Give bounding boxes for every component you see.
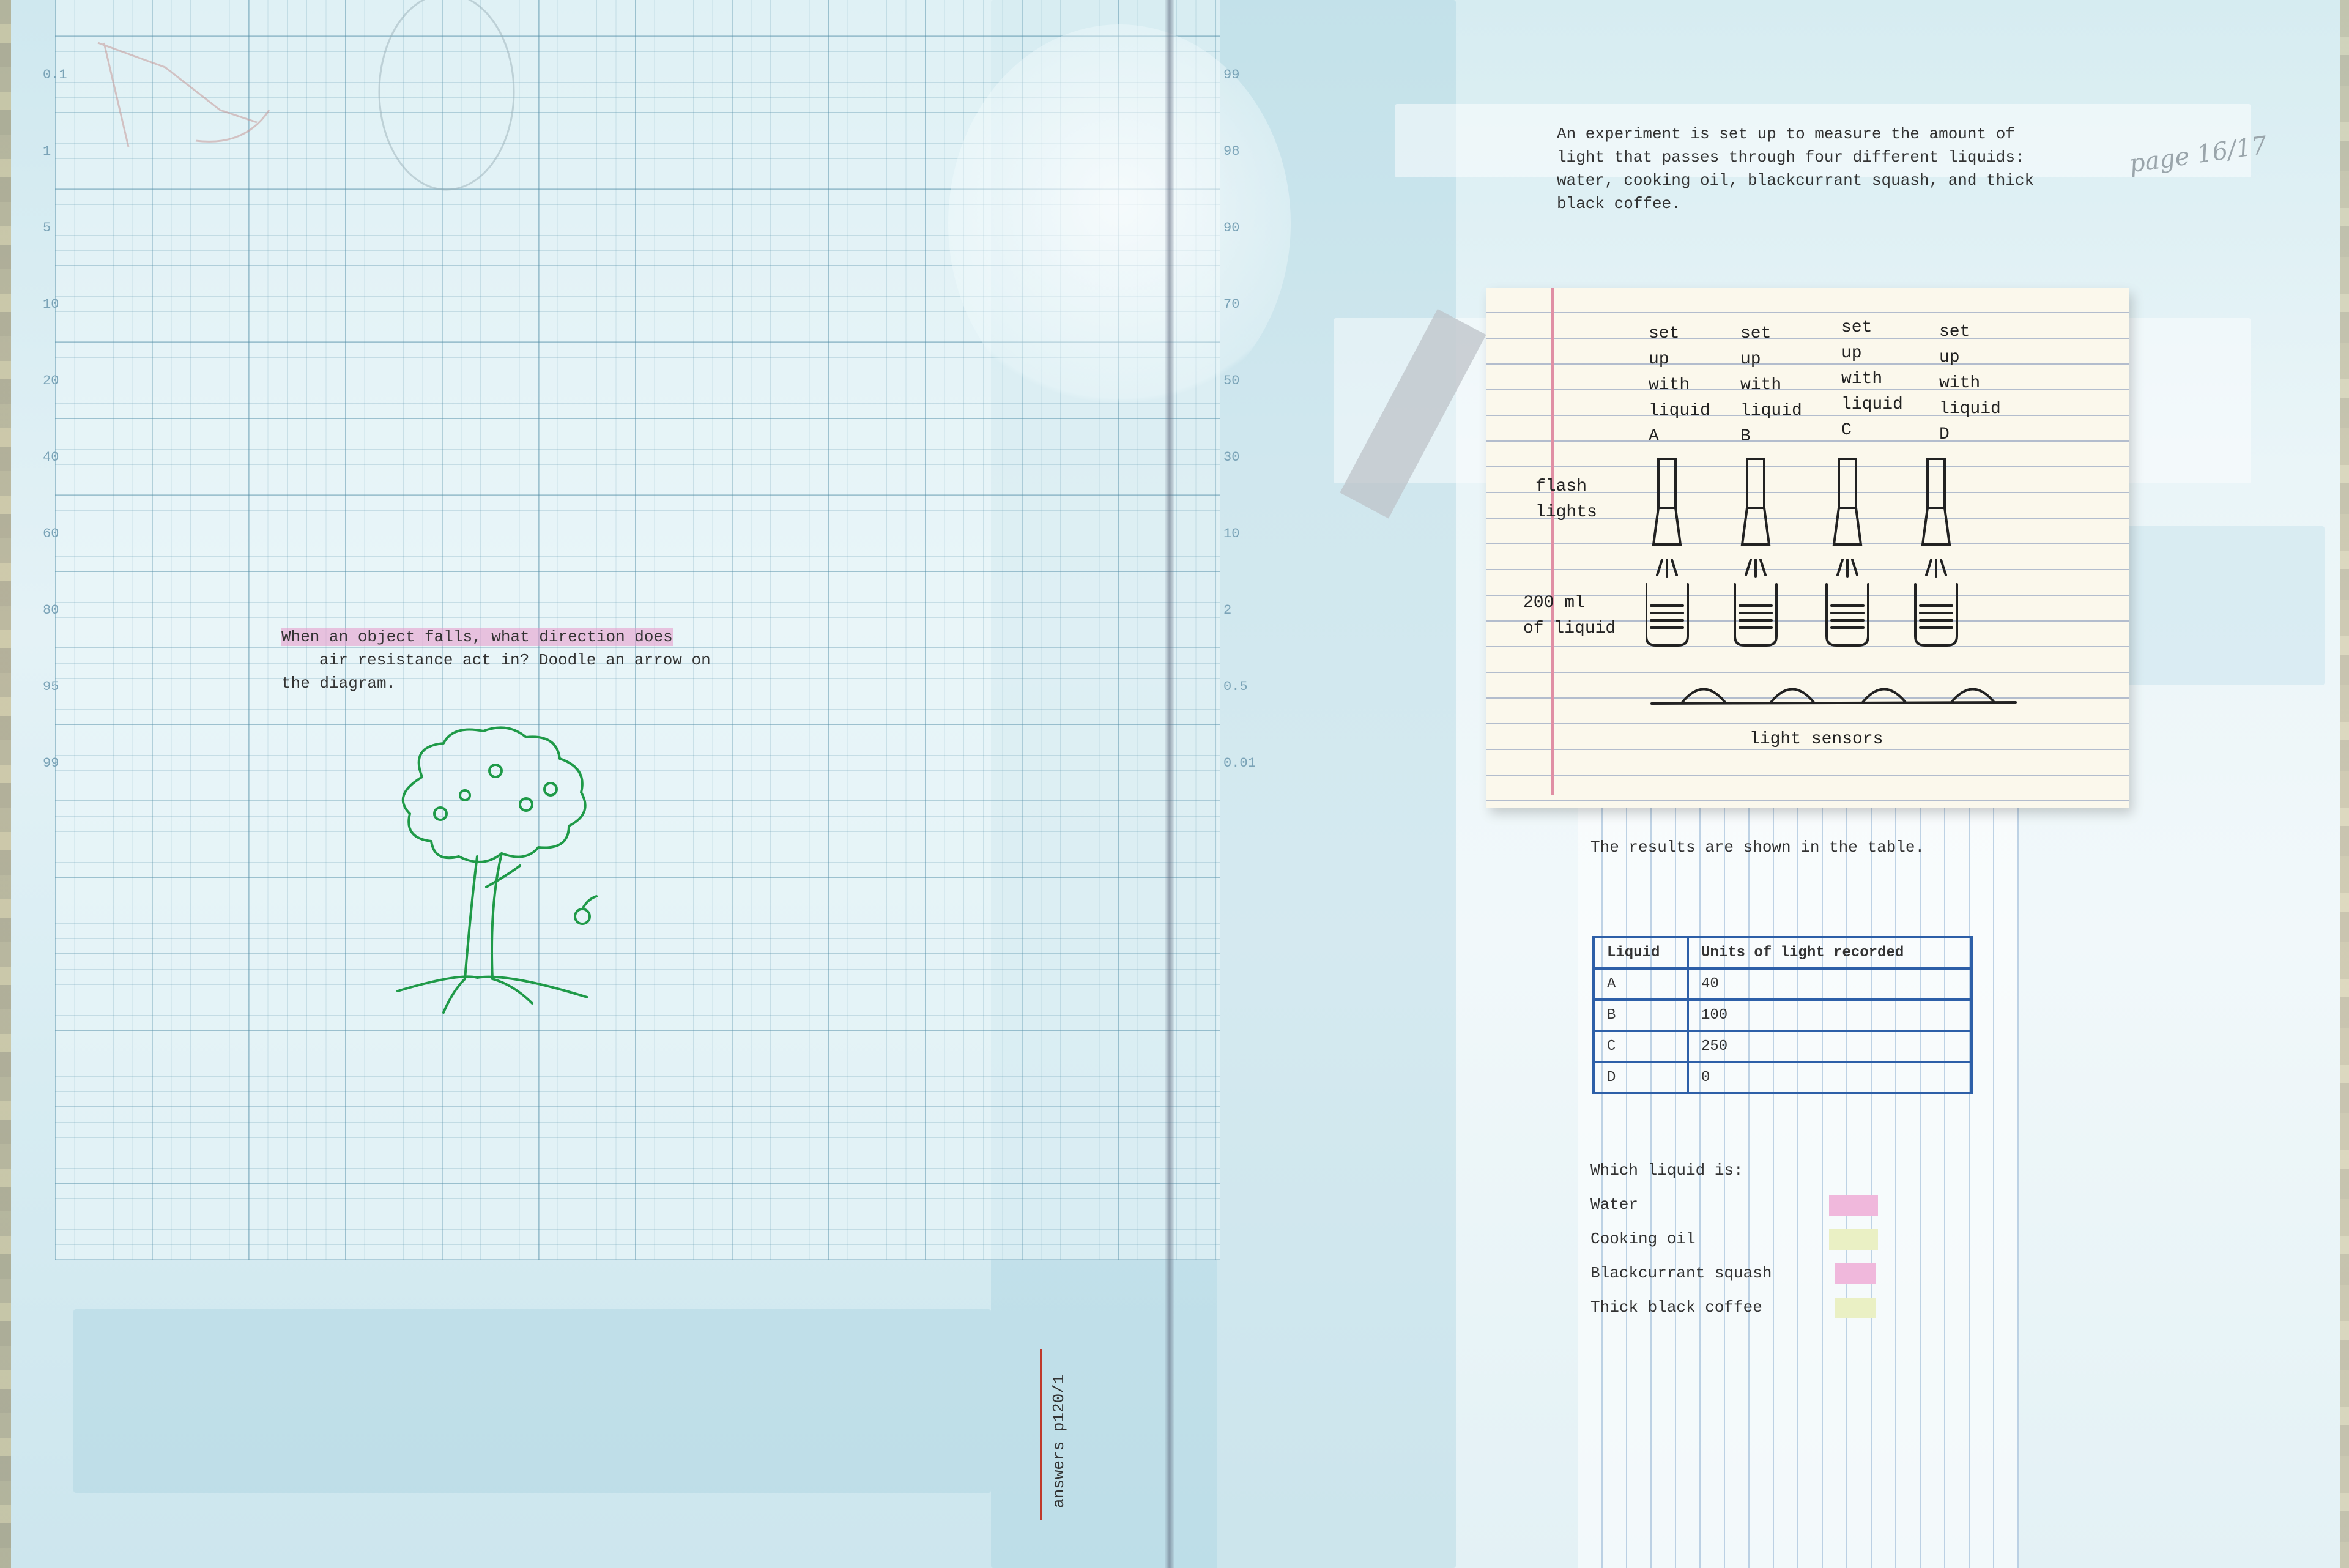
torn-edge-left [0,0,11,1568]
table-header: Liquid [1592,936,1689,970]
apple-tree-doodle[interactable] [385,722,630,1028]
question-line: the diagram. [281,674,396,693]
answer-label: Blackcurrant squash [1590,1264,1772,1282]
table-row: A 40 [1592,967,1973,1001]
table-cell: 40 [1687,967,1973,1001]
answer-label: Thick black coffee [1590,1298,1762,1317]
answer-row-thick-black-coffee: Thick black coffee [1590,1290,1884,1325]
torn-edge-right [2340,0,2349,1568]
setup-label-b: set up with liquid B [1740,324,1802,446]
answer-label: Water [1590,1195,1639,1214]
results-table: Liquid Units of light recorded A 40 B 100 … [1592,936,1973,1094]
intro-line: black coffee. [1557,195,1681,213]
answer-label: Cooking oil [1590,1230,1696,1248]
intro-line: An experiment is set up to measure the a… [1557,125,2015,143]
faint-sketch [97,0,515,191]
axis-left-ticks: 0.1 1 5 10 20 40 60 80 95 99 [43,67,67,771]
table-cell: D [1592,1061,1689,1094]
table-cell: 0 [1687,1061,1973,1094]
axis-right-ticks: 99 98 90 70 50 30 10 2 0.5 0.01 [1223,67,1256,771]
answer-box-water[interactable] [1829,1195,1878,1216]
which-liquid-question: Which liquid is: Water Cooking oil Black… [1590,1153,1884,1325]
page-total: 17 [2234,131,2269,164]
answers-reference: answers p120/1 [1040,1349,1080,1520]
results-caption: The results are shown in the table. [1590,838,1925,856]
page-current: 16 [2195,136,2230,169]
setup-label-d: set up with liquid D [1939,322,2001,444]
table-row: C 250 [1592,1030,1973,1063]
page-fold [1165,0,1174,1568]
answers-reference-text: answers p120/1 [1050,1374,1068,1508]
liquid-amount-label: 200 ml of liquid [1523,593,1616,638]
answer-box-thick-black-coffee[interactable] [1835,1298,1876,1318]
flashlight-setup-drawing [1646,458,2017,705]
background-patch [73,1309,991,1493]
table-header: Units of light recorded [1687,936,1973,970]
intro-line: light that passes through four different… [1557,148,2025,166]
question-highlight: When an object falls, what direction doe… [281,628,673,646]
answer-row-cooking-oil: Cooking oil [1590,1222,1884,1256]
table-cell: B [1592,998,1689,1032]
intro-line: water, cooking oil, blackcurrant squash,… [1557,171,2035,190]
setup-label-a: set up with liquid A [1649,324,1710,446]
table-cell: 250 [1687,1030,1973,1063]
table-row: D0 [1592,1061,1973,1094]
question-line: air resistance act in? Doodle an arrow o… [319,651,711,669]
table-row: B 100 [1592,998,1973,1032]
table-cell: A [1592,967,1689,1001]
setup-label-c: set up with liquid C [1841,318,1903,440]
air-resistance-question: When an object falls, what direction doe… [281,625,759,695]
table-cell: 100 [1687,998,1973,1032]
answer-box-cooking-oil[interactable] [1829,1229,1878,1250]
answer-row-blackcurrant-squash: Blackcurrant squash [1590,1256,1884,1290]
which-prompt: Which liquid is: [1590,1161,1743,1180]
table-cell: C [1592,1030,1689,1063]
card-margin-line [1551,288,1554,795]
results-table-container: Liquid Units of light recorded A 40 B 100 … [1592,936,1973,1094]
answer-box-blackcurrant-squash[interactable] [1835,1263,1876,1284]
light-sensors-label: light sensors [1750,730,1883,749]
flash-lights-label: flash lights [1535,477,1597,522]
experiment-intro: An experiment is set up to measure the a… [1557,122,2083,215]
answer-row-water: Water [1590,1187,1884,1222]
